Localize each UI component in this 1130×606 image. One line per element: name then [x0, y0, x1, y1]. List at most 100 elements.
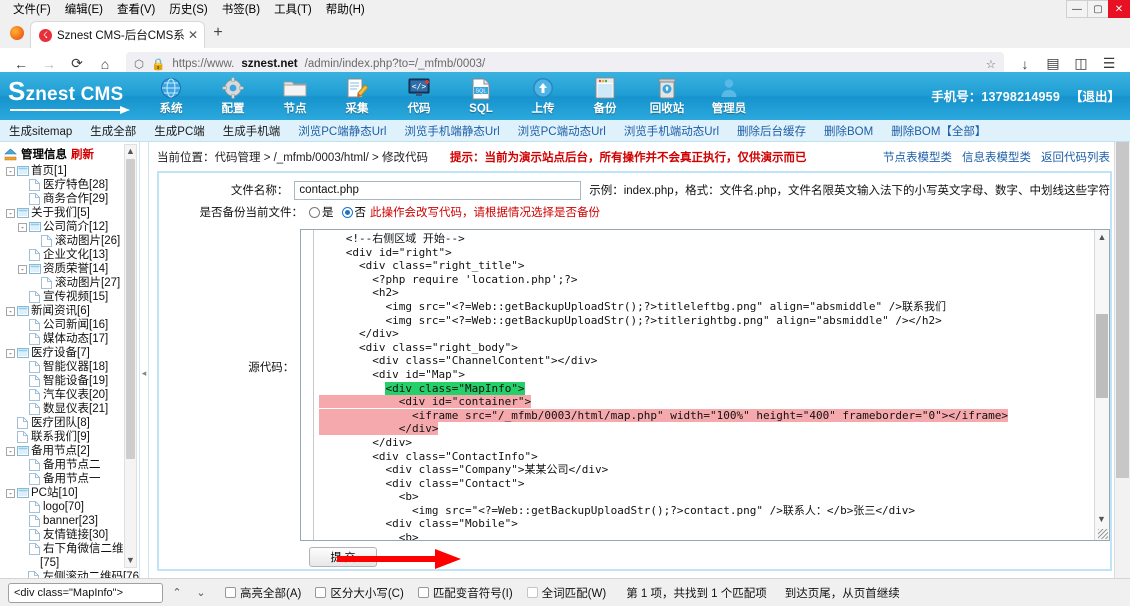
tree-toggle-icon[interactable]: -	[18, 265, 27, 274]
nav-item-collect[interactable]: 采集	[326, 76, 388, 116]
browser-tab[interactable]: ☇ Sznest CMS-后台CMS系统-网 ✕	[30, 21, 205, 48]
checkbox[interactable]	[527, 587, 538, 598]
close-button[interactable]: ✕	[1108, 0, 1130, 18]
sidebar-splitter[interactable]: ◂	[140, 142, 149, 604]
subbar-link-delete-bom-all[interactable]: 删除BOM【全部】	[882, 123, 995, 139]
tree-node[interactable]: 医疗特色[28]	[2, 178, 139, 192]
nav-item-upload[interactable]: 上传	[512, 76, 574, 116]
shield-icon[interactable]: ⬡	[134, 57, 144, 71]
nav-item-node[interactable]: 节点	[264, 76, 326, 116]
menu-item-bookmarks[interactable]: 书签(B)	[215, 0, 267, 18]
nav-item-config[interactable]: 配置	[202, 76, 264, 116]
menu-item-history[interactable]: 历史(S)	[162, 0, 214, 18]
checkbox[interactable]	[225, 587, 236, 598]
menu-item-tools[interactable]: 工具(T)	[267, 0, 319, 18]
tree-node[interactable]: 右下角微信二维码	[2, 542, 139, 556]
menu-item-file[interactable]: 文件(F)	[6, 0, 58, 18]
tree-node[interactable]: -PC站[10]	[2, 486, 139, 500]
logout-link[interactable]: 【退出】	[1070, 90, 1120, 104]
menu-item-help[interactable]: 帮助(H)	[319, 0, 372, 18]
find-input[interactable]	[8, 583, 163, 603]
subbar-link-browse-mobile-dynamic[interactable]: 浏览手机端动态Url	[615, 123, 728, 139]
code-text[interactable]: <!--右侧区域 开始--> <div id="right"> <div cla…	[319, 232, 1008, 541]
tree-node[interactable]: 商务合作[29]	[2, 192, 139, 206]
radio-no-circle[interactable]	[342, 207, 353, 218]
submit-button[interactable]: 提 交	[309, 547, 377, 567]
page-scrollbar-thumb[interactable]	[1116, 142, 1129, 478]
link-info-model-class[interactable]: 信息表模型类	[962, 149, 1031, 165]
tree-toggle-icon[interactable]: -	[6, 489, 15, 498]
filename-input[interactable]	[294, 181, 581, 200]
radio-no[interactable]: 否	[342, 204, 367, 220]
tree-node[interactable]: banner[23]	[2, 514, 139, 528]
tree-node[interactable]: 智能仪器[18]	[2, 360, 139, 374]
find-option-match-diacritics[interactable]: 匹配变音符号(I)	[418, 585, 513, 601]
subbar-link-sitemap[interactable]: 生成sitemap	[0, 123, 81, 139]
tree-node[interactable]: 滚动图片[27]	[2, 276, 139, 290]
tree-toggle-icon[interactable]: -	[6, 447, 15, 456]
tree-node[interactable]: -关于我们[5]	[2, 206, 139, 220]
nav-item-code[interactable]: </> 代码	[388, 76, 450, 116]
subbar-link-delete-bom[interactable]: 删除BOM	[815, 123, 882, 139]
bookmark-star-icon[interactable]: ☆	[986, 57, 996, 71]
editor-resize-handle[interactable]	[1098, 529, 1108, 539]
subbar-link-clear-cache[interactable]: 删除后台缓存	[728, 123, 815, 139]
node-tree[interactable]: -首页[1]医疗特色[28]商务合作[29]-关于我们[5]-公司简介[12]滚…	[0, 164, 139, 592]
lock-icon[interactable]: 🔒	[151, 57, 165, 71]
tree-node[interactable]: 联系我们[9]	[2, 430, 139, 444]
tree-node[interactable]: 宣传视频[15]	[2, 290, 139, 304]
scrollbar-thumb[interactable]	[126, 159, 135, 459]
nav-item-admin[interactable]: 管理员	[698, 76, 760, 116]
tree-node[interactable]: 汽车仪表[20]	[2, 388, 139, 402]
radio-yes-circle[interactable]	[309, 207, 320, 218]
tree-node[interactable]: 媒体动态[17]	[2, 332, 139, 346]
scroll-down-icon[interactable]: ▼	[125, 554, 136, 567]
find-option-match-case[interactable]: 区分大小写(C)	[315, 585, 403, 601]
tree-node[interactable]: 智能设备[19]	[2, 374, 139, 388]
new-tab-button[interactable]: +	[205, 20, 231, 46]
maximize-button[interactable]: ▢	[1087, 0, 1109, 18]
tree-toggle-icon[interactable]: -	[6, 167, 15, 176]
tree-node[interactable]: -备用节点[2]	[2, 444, 139, 458]
menu-item-view[interactable]: 查看(V)	[110, 0, 162, 18]
editor-scrollbar-thumb[interactable]	[1096, 314, 1108, 398]
nav-item-recycle[interactable]: 回收站	[636, 76, 698, 116]
page-scrollbar[interactable]: ▼	[1114, 142, 1130, 606]
nav-item-system[interactable]: 系统	[140, 76, 202, 116]
tree-node[interactable]: -资质荣誉[14]	[2, 262, 139, 276]
find-prev-icon[interactable]: ⌃	[167, 583, 187, 603]
subbar-link-browse-pc-dynamic[interactable]: 浏览PC端动态Url	[509, 123, 615, 139]
tree-node[interactable]: logo[70]	[2, 500, 139, 514]
menu-item-edit[interactable]: 编辑(E)	[58, 0, 110, 18]
tree-toggle-icon[interactable]: -	[6, 349, 15, 358]
tree-node[interactable]: [75]	[2, 556, 139, 570]
radio-yes[interactable]: 是	[309, 204, 334, 220]
tree-node[interactable]: 滚动图片[26]	[2, 234, 139, 248]
link-node-model-class[interactable]: 节点表模型类	[883, 149, 952, 165]
link-back-to-code-list[interactable]: 返回代码列表	[1041, 149, 1110, 165]
tree-node[interactable]: -公司简介[12]	[2, 220, 139, 234]
find-option-whole-words[interactable]: 全词匹配(W)	[527, 585, 607, 601]
tree-node[interactable]: 企业文化[13]	[2, 248, 139, 262]
editor-scroll-up-icon[interactable]: ▲	[1095, 230, 1109, 244]
subbar-link-browse-mobile-static[interactable]: 浏览手机端静态Url	[395, 123, 508, 139]
tree-node[interactable]: 备用节点二	[2, 458, 139, 472]
tree-toggle-icon[interactable]: -	[6, 307, 15, 316]
subbar-link-generate-mobile[interactable]: 生成手机端	[214, 123, 290, 139]
nav-item-sql[interactable]: SQL SQL	[450, 77, 512, 115]
find-next-icon[interactable]: ⌄	[191, 583, 211, 603]
tree-toggle-icon[interactable]: -	[6, 209, 15, 218]
tree-node[interactable]: 友情链接[30]	[2, 528, 139, 542]
tree-node[interactable]: 数显仪表[21]	[2, 402, 139, 416]
sidebar-scrollbar[interactable]: ▲ ▼	[124, 144, 137, 568]
cms-logo[interactable]: Sznest CMS	[0, 78, 140, 114]
tab-close-icon[interactable]: ✕	[184, 28, 198, 42]
checkbox[interactable]	[418, 587, 429, 598]
scroll-up-icon[interactable]: ▲	[125, 145, 136, 158]
tree-node[interactable]: -医疗设备[7]	[2, 346, 139, 360]
tree-node[interactable]: -首页[1]	[2, 164, 139, 178]
editor-scroll-down-icon[interactable]: ▼	[1095, 512, 1108, 526]
tree-node[interactable]: 医疗团队[8]	[2, 416, 139, 430]
tree-node[interactable]: 备用节点一	[2, 472, 139, 486]
subbar-link-generate-all[interactable]: 生成全部	[81, 123, 145, 139]
